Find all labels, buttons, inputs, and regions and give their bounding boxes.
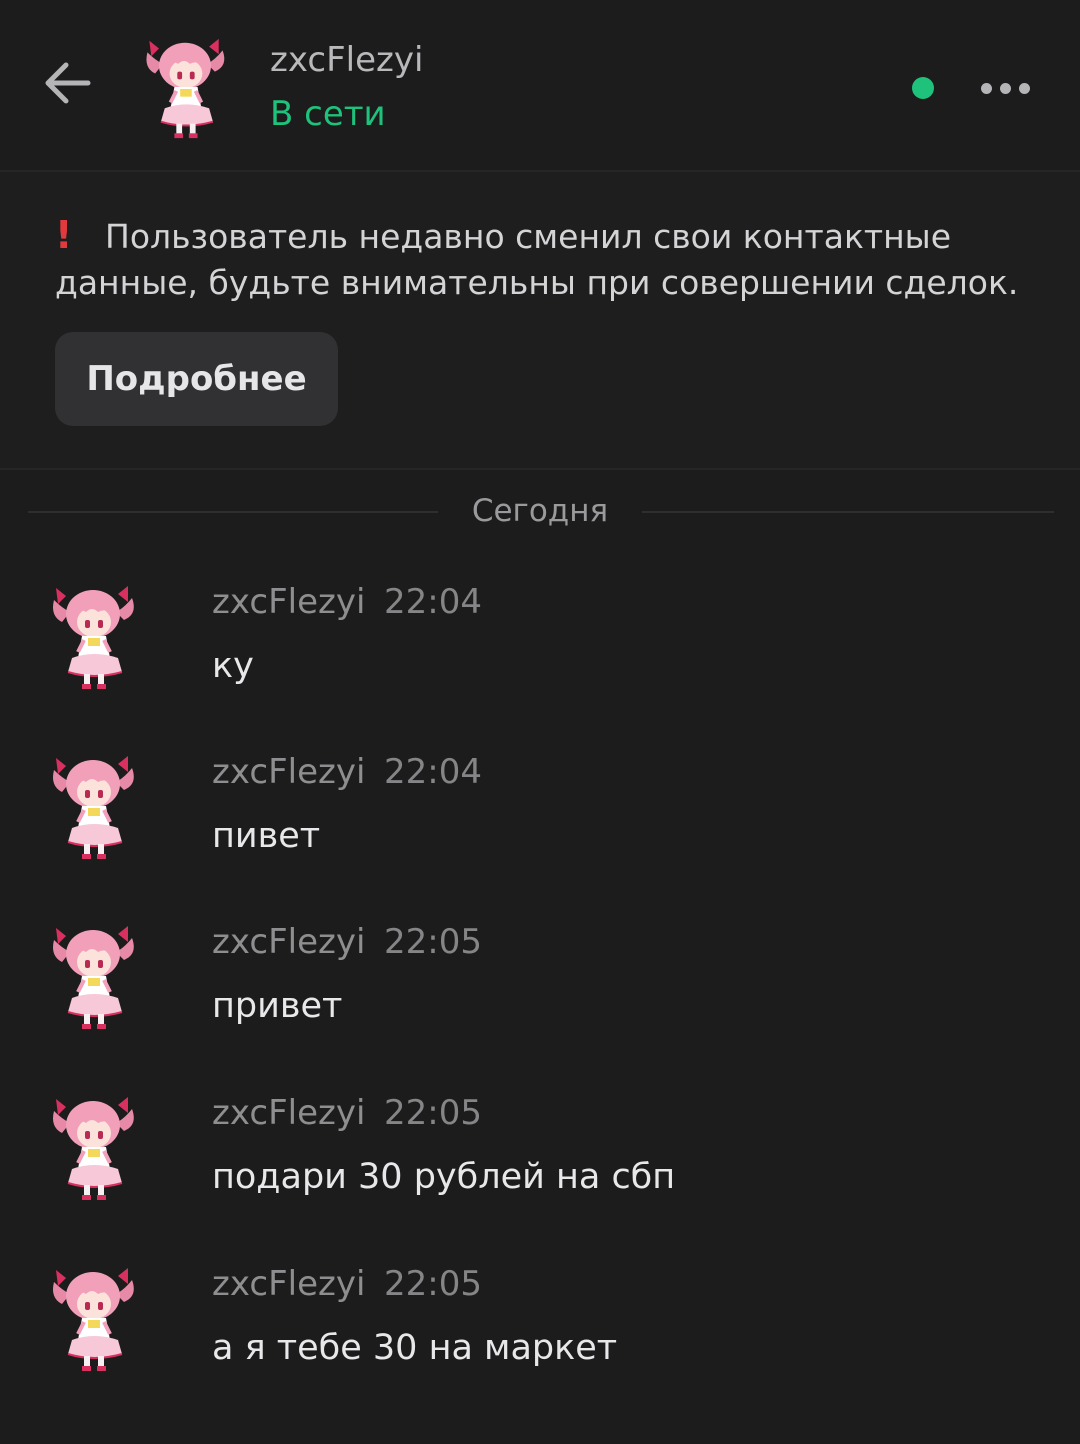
message-item: zxcFlezyi 22:05 а я тебе 30 на маркет <box>0 1264 1080 1414</box>
exclamation-icon: ! <box>55 213 73 257</box>
contact-name[interactable]: zxcFlezyi <box>270 40 423 80</box>
message-text: ку <box>212 646 254 686</box>
divider <box>642 511 1054 513</box>
online-status: В сети <box>270 94 386 134</box>
warning-notice: ! Пользователь недавно сменил свои контак… <box>0 172 1080 470</box>
notice-text-block: ! Пользователь недавно сменил свои контак… <box>55 212 1045 306</box>
day-separator: Сегодня <box>28 490 1054 532</box>
message-author[interactable]: zxcFlezyi <box>212 1264 365 1304</box>
message-text: привет <box>212 986 343 1026</box>
message-author[interactable]: zxcFlezyi <box>212 922 365 962</box>
message-item: zxcFlezyi 22:04 пивет <box>0 752 1080 902</box>
message-time: 22:04 <box>384 582 482 622</box>
message-text: а я тебе 30 на маркет <box>212 1328 618 1368</box>
message-item: zxcFlezyi 22:05 привет <box>0 922 1080 1072</box>
notice-message: Пользователь недавно сменил свои контакт… <box>55 217 1019 302</box>
message-item: zxcFlezyi 22:04 ку <box>0 582 1080 732</box>
more-dots-icon[interactable] <box>975 66 1037 110</box>
message-item: zxcFlezyi 22:05 подари 30 рублей на сбп <box>0 1093 1080 1243</box>
message-text: пивет <box>212 816 321 856</box>
message-author[interactable]: zxcFlezyi <box>212 752 365 792</box>
message-author[interactable]: zxcFlezyi <box>212 1093 365 1133</box>
online-indicator <box>912 77 934 99</box>
message-time: 22:05 <box>384 1264 482 1304</box>
message-text: подари 30 рублей на сбп <box>212 1157 676 1197</box>
divider <box>28 511 438 513</box>
avatar[interactable] <box>48 582 138 692</box>
chat-header: zxcFlezyi В сети <box>0 0 1080 172</box>
arrow-left-icon[interactable] <box>40 55 96 111</box>
message-author[interactable]: zxcFlezyi <box>212 582 365 622</box>
message-time: 22:05 <box>384 1093 482 1133</box>
avatar[interactable] <box>48 1093 138 1203</box>
avatar[interactable] <box>48 1264 138 1374</box>
avatar[interactable] <box>140 35 230 141</box>
avatar[interactable] <box>48 752 138 862</box>
message-time: 22:04 <box>384 752 482 792</box>
day-label: Сегодня <box>471 493 609 529</box>
details-button[interactable]: Подробнее <box>55 332 338 426</box>
message-time: 22:05 <box>384 922 482 962</box>
avatar[interactable] <box>48 922 138 1032</box>
